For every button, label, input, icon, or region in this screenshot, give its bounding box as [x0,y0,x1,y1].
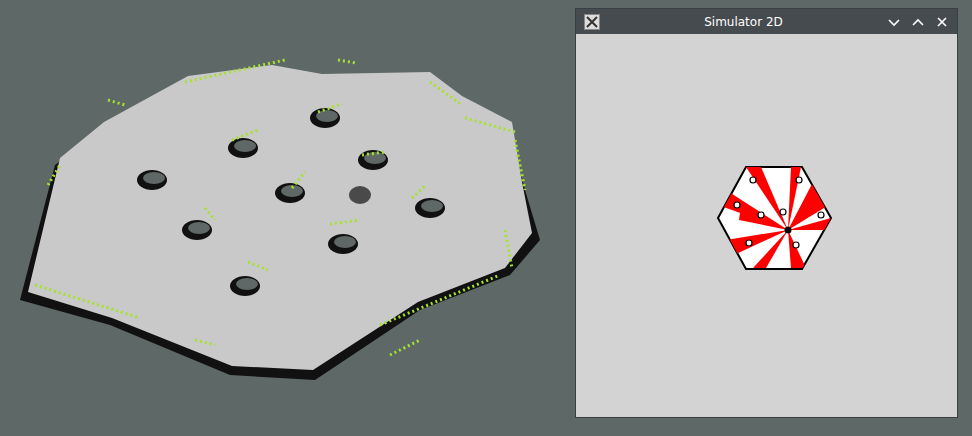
obstacle [793,242,799,248]
robot[interactable] [349,186,371,204]
obstacle [137,170,167,190]
obstacle [734,202,740,208]
laser-points [430,82,462,105]
laser-points [48,165,60,185]
laser-points [330,220,360,224]
close-icon[interactable] [935,15,949,29]
obstacle [818,212,824,218]
obstacle-top [334,236,356,248]
map-floor [28,65,532,370]
laser-ray [739,205,788,230]
laser-points [465,118,515,132]
simulator-window[interactable]: Simulator 2D [575,8,958,418]
hex-arena [718,167,831,269]
obstacle [328,234,358,254]
laser-points [232,130,258,140]
obstacle-top [234,140,256,152]
obstacle [415,198,445,218]
obstacle [780,209,786,215]
laser-points [362,152,385,155]
simulation-canvas[interactable] [576,34,957,417]
obstacle [230,276,260,296]
window-title: Simulator 2D [608,15,879,29]
laser-ray [788,230,806,268]
laser-ray [788,182,821,230]
laser-points [380,275,500,325]
obstacle [182,220,212,240]
laser-points [205,208,215,220]
laser-points [515,140,525,190]
obstacle-top [143,172,165,184]
minimize-icon[interactable] [887,15,901,29]
laser-points [35,285,140,318]
robot [785,227,792,234]
obstacle [750,177,756,183]
desktop: Simulator 2D [0,0,972,436]
title-bar[interactable]: Simulator 2D [576,9,957,34]
x-app-icon [584,14,600,30]
laser-points [195,340,215,345]
laser-points [248,262,268,270]
obstacle [796,177,802,183]
maximize-icon[interactable] [911,15,925,29]
laser-ray [726,230,788,255]
laser-points [185,60,285,82]
laser-points [412,186,425,198]
map-2d [576,34,957,417]
laser-points [108,100,125,105]
obstacle [358,150,388,170]
laser-points [390,340,420,355]
laser-points [338,60,356,63]
laser-points [292,172,305,188]
obstacle [758,212,764,218]
obstacle [275,183,305,203]
obstacle-top [236,278,258,290]
map-3d-view[interactable] [0,0,575,436]
laser-points [318,104,342,112]
obstacle-top [188,222,210,234]
laser-points [505,230,512,268]
obstacle [746,240,752,246]
obstacle-top [421,200,443,212]
